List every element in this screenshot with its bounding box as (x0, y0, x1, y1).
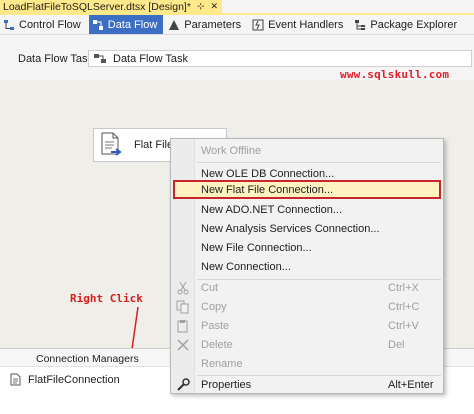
properties-icon (176, 377, 190, 392)
menu-item-paste[interactable]: Paste Ctrl+V (171, 316, 443, 335)
copy-icon (176, 300, 190, 314)
task-select[interactable]: Data Flow Task (88, 50, 472, 67)
tab-label: Package Explorer (370, 18, 458, 31)
document-tab-title: LoadFlatFileToSQLServer.dtsx [Design]* (3, 0, 191, 13)
tab-data-flow[interactable]: Data Flow (88, 15, 164, 34)
menu-item-rename[interactable]: Rename (171, 354, 443, 373)
flat-file-connection-icon (10, 373, 22, 386)
menu-item-new-ado-net-connection[interactable]: New ADO.NET Connection... (171, 200, 443, 219)
connection-manager-label: FlatFileConnection (28, 373, 120, 386)
document-tab[interactable]: LoadFlatFileToSQLServer.dtsx [Design]* ⊹… (0, 0, 222, 13)
task-label: Data Flow Task: (18, 53, 97, 65)
tab-control-flow[interactable]: Control Flow (0, 15, 87, 34)
context-menu: Work Offline New OLE DB Connection... Ne… (170, 138, 444, 394)
tab-event-handlers[interactable]: Event Handlers (249, 15, 349, 34)
component-label: Flat File (134, 139, 174, 151)
menu-item-delete[interactable]: Delete Del (171, 335, 443, 354)
tab-label: Event Handlers (268, 18, 344, 31)
menu-item-cut[interactable]: Cut Ctrl+X (171, 278, 443, 297)
delete-icon (176, 338, 190, 352)
control-flow-icon (3, 19, 15, 31)
right-click-annotation: Right Click (70, 292, 143, 305)
package-explorer-icon (354, 19, 366, 31)
menu-item-work-offline[interactable]: Work Offline (171, 141, 443, 160)
paste-icon (176, 319, 190, 333)
tab-label: Control Flow (19, 18, 81, 31)
tab-package-explorer[interactable]: Package Explorer (351, 15, 463, 34)
menu-item-new-file-connection[interactable]: New File Connection... (171, 238, 443, 257)
menu-item-new-analysis-services-connection[interactable]: New Analysis Services Connection... (171, 219, 443, 238)
tab-label: Parameters (184, 18, 242, 31)
tab-parameters[interactable]: Parameters (165, 15, 247, 34)
menu-item-new-connection[interactable]: New Connection... (171, 257, 443, 276)
close-icon[interactable]: ✕ (210, 1, 218, 12)
connection-managers-title: Connection Managers (36, 353, 139, 365)
event-handlers-icon (252, 19, 264, 31)
tab-label: Data Flow (107, 18, 158, 31)
designer-tabs: Control Flow Data Flow Parameters Event … (0, 15, 474, 35)
menu-separator (197, 162, 441, 163)
menu-item-new-flat-file-connection[interactable]: New Flat File Connection... (173, 180, 441, 199)
data-flow-task-icon (93, 53, 107, 65)
menu-item-copy[interactable]: Copy Ctrl+C (171, 297, 443, 316)
data-flow-icon (92, 19, 104, 31)
cut-icon (176, 281, 190, 295)
connection-manager-item[interactable]: FlatFileConnection (10, 373, 120, 386)
menu-item-properties[interactable]: Properties Alt+Enter (171, 375, 443, 394)
task-select-value: Data Flow Task (113, 52, 188, 65)
pin-icon[interactable]: ⊹ (197, 1, 205, 12)
flat-file-source-icon (100, 132, 122, 158)
parameters-icon (168, 19, 180, 31)
